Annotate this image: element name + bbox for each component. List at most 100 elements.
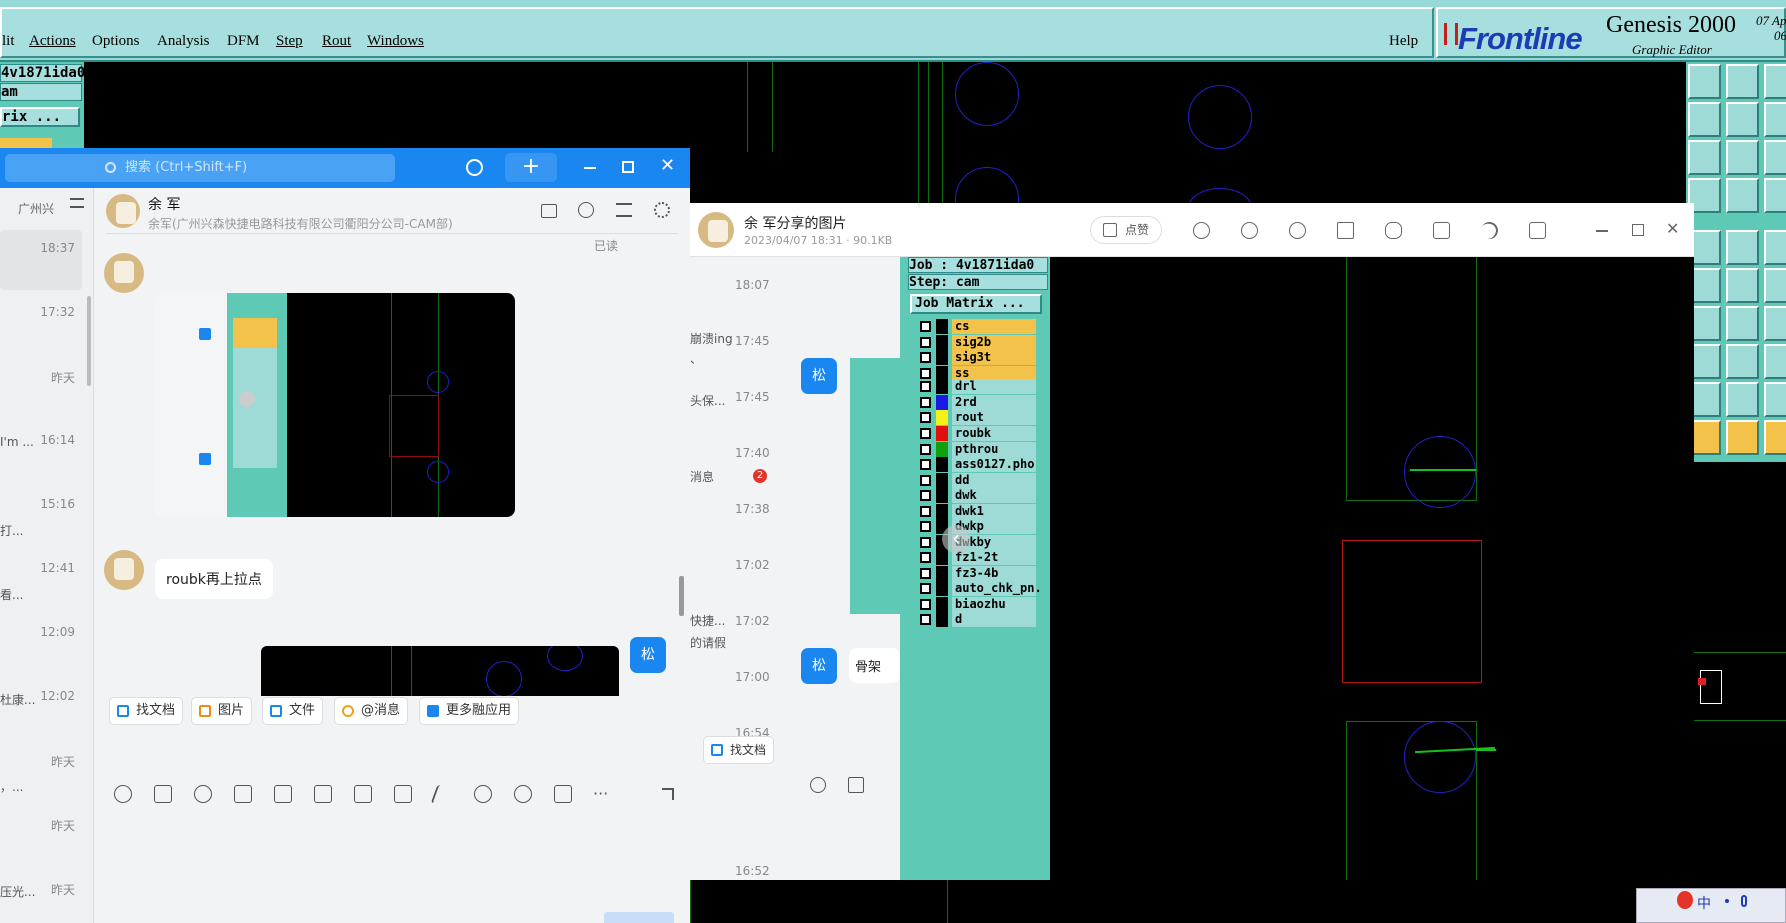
layer-row[interactable]: fz1-2t [916,550,1036,565]
layer-checkbox[interactable] [920,352,931,363]
contact-avatar[interactable] [106,194,140,228]
image-message[interactable] [261,646,619,696]
tool-button[interactable] [1764,64,1786,99]
scissors-icon[interactable] [194,785,212,803]
zoom-in-icon[interactable] [1193,222,1210,239]
sender-avatar[interactable] [104,253,144,293]
add-button[interactable]: + [505,153,557,182]
edit-image-icon[interactable] [1433,222,1450,239]
layer-row[interactable]: pthrou [916,441,1036,457]
layer-checkbox[interactable] [920,321,931,332]
menu-windows[interactable]: Windows [367,33,424,50]
task-icon[interactable] [394,785,412,803]
menu-step[interactable]: Step [276,33,303,50]
menu-dfm[interactable]: DFM [227,33,260,50]
layer-row[interactable]: ass0127.pho [916,457,1036,472]
tool-button[interactable] [1688,64,1721,99]
chevron-left-icon[interactable] [239,391,255,407]
layer-row[interactable]: dwkby [916,534,1036,550]
layer-row[interactable]: cs [916,319,1036,334]
search-history-icon[interactable] [616,203,632,217]
rotate-icon[interactable] [1337,222,1354,239]
layer-row[interactable]: fz3-4b [916,565,1036,581]
mic-icon[interactable] [1741,895,1747,907]
expand-icon[interactable] [662,788,674,800]
tool-button[interactable] [1726,230,1759,265]
layer-checkbox[interactable] [920,505,931,517]
tool-button[interactable] [1764,268,1786,303]
layer-row[interactable]: roubk [916,426,1036,441]
maximize-icon[interactable] [1632,224,1644,236]
tool-button[interactable] [1726,178,1759,213]
mail-icon[interactable] [554,785,572,803]
file-button[interactable]: 文件 [262,697,324,725]
layer-row[interactable]: sig2b [916,334,1036,350]
menu-rout[interactable]: Rout [322,33,351,50]
layer-checkbox[interactable] [920,443,931,455]
search-input[interactable]: 搜索 (Ctrl+Shift+F) [5,154,395,182]
my-avatar[interactable]: 松 [630,637,666,673]
layer-row[interactable]: dd [916,472,1036,488]
layer-row[interactable]: 2rd [916,394,1036,410]
layer-checkbox[interactable] [920,412,931,423]
select-tool-button[interactable] [1726,420,1759,455]
layer-checkbox[interactable] [920,396,931,408]
layer-checkbox[interactable] [920,381,931,392]
layer-row[interactable]: dwk1 [916,503,1036,519]
tool-button[interactable] [1764,382,1786,417]
layer-row[interactable]: sig3t [916,350,1036,365]
more-apps-button[interactable]: 更多融应用 [419,697,520,725]
displayed-image[interactable]: Job : 4v1871ida0 Step: cam Job Matrix ..… [900,257,1694,880]
layer-checkbox[interactable] [920,552,931,563]
more-icon[interactable]: ··· [593,784,608,803]
photo-icon[interactable] [474,785,492,803]
layer-checkbox[interactable] [920,428,931,439]
punct-icon[interactable] [1725,899,1729,903]
layer-row[interactable]: biaozhu [916,596,1036,612]
download-icon[interactable] [1529,222,1546,239]
layer-row[interactable]: rout [916,410,1036,425]
layer-checkbox[interactable] [920,521,931,532]
find-doc-button[interactable]: 找文档 [109,697,184,725]
layer-checkbox[interactable] [920,567,931,579]
chevron-left-icon[interactable]: ‹ [942,525,970,553]
history-icon[interactable] [466,159,483,176]
ime-lang[interactable]: 中 [1697,893,1711,913]
close-icon[interactable]: ✕ [660,155,675,176]
menu-help[interactable]: Help [1389,33,1418,50]
minimize-icon[interactable] [584,167,596,169]
layer-row[interactable]: dwk [916,488,1036,503]
image-button[interactable]: 图片 [191,697,253,725]
maximize-icon[interactable] [622,161,634,173]
tool-button[interactable] [1726,64,1759,99]
job-matrix-button[interactable]: rix ... [0,107,80,127]
layer-checkbox[interactable] [920,367,931,379]
tool-button[interactable] [1726,306,1759,341]
tool-button[interactable] [1726,140,1759,175]
layer-checkbox[interactable] [920,490,931,501]
sogou-icon[interactable] [1677,891,1693,909]
tool-button[interactable] [1726,268,1759,303]
layer-checkbox[interactable] [920,583,931,594]
add-member-icon[interactable] [578,202,594,218]
calendar-icon[interactable] [354,785,372,803]
settings-icon[interactable] [654,202,670,218]
tool-button[interactable] [1764,140,1786,175]
upload-icon[interactable] [314,785,332,803]
menu-edit[interactable]: lit [2,33,15,50]
tool-button[interactable] [1764,344,1786,379]
layer-checkbox[interactable] [920,598,931,610]
tool-button[interactable] [1764,230,1786,265]
like-icon[interactable] [154,785,172,803]
flash-icon[interactable] [430,785,456,803]
layer-checkbox[interactable] [920,614,931,625]
tool-button[interactable] [1764,102,1786,137]
tool-button[interactable] [1726,102,1759,137]
share-icon[interactable] [1478,219,1501,242]
menu-icon[interactable] [70,198,84,208]
close-icon[interactable]: ✕ [1666,219,1679,238]
format-icon[interactable] [234,785,252,803]
layer-row[interactable]: dwkp [916,519,1036,534]
menu-options[interactable]: Options [92,33,140,50]
minimize-icon[interactable] [1596,230,1608,232]
